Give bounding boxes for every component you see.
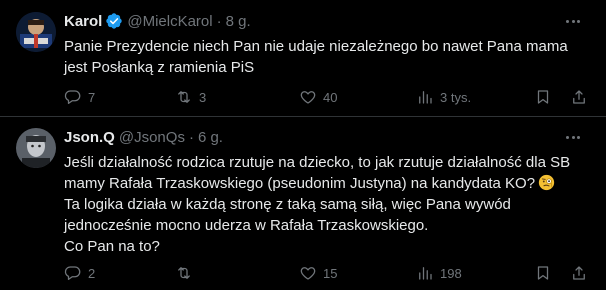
timestamp[interactable]: 8 g.: [226, 13, 251, 30]
tweet-text: Panie Prezydencie niech Pan nie udaje ni…: [64, 36, 594, 78]
reply-icon: [64, 266, 81, 281]
tweet-text-line: mamy Rafała Trzaskowskiego (pseudonim Ju…: [64, 173, 594, 194]
bookmark-button[interactable]: [534, 263, 552, 283]
tweet[interactable]: Karol @MielcKarol · 8 g. Panie Prezydenc…: [0, 0, 606, 116]
tweet-text-line: jest Posłanką z ramienia PiS: [64, 59, 255, 76]
tweet-text-line: Co Pan na to?: [64, 238, 160, 255]
tweet[interactable]: Json.Q @JsonQs · 6 g. Jeśli działalność …: [0, 116, 606, 290]
repost-count: 3: [199, 89, 207, 105]
verified-badge-icon: [105, 12, 123, 30]
tweet-text-line: Jeśli działalność rodzica rzutuje na dzi…: [64, 154, 571, 171]
more-horizontal-icon[interactable]: [566, 128, 580, 146]
tweet-text-line: Panie Prezydencie niech Pan nie udaje ni…: [64, 38, 568, 55]
heart-icon: [300, 91, 316, 104]
face-with-monocle-emoji: [538, 174, 555, 191]
more-horizontal-icon[interactable]: [566, 12, 580, 30]
bookmark-icon: [537, 266, 549, 280]
like-button[interactable]: 15: [299, 263, 337, 283]
reply-count: 7: [88, 89, 96, 105]
tweet-header: Json.Q @JsonQs · 6 g.: [64, 127, 223, 147]
views-button[interactable]: 3 tys.: [416, 87, 471, 107]
reply-icon: [64, 90, 81, 105]
share-button[interactable]: [570, 87, 588, 107]
share-icon: [573, 90, 585, 104]
action-bar: 7 3 40 3 tys.: [64, 87, 594, 107]
reply-count: 2: [88, 265, 96, 281]
repost-icon: [178, 267, 190, 279]
tweet-text-fragment: mamy Rafała Trzaskowskiego (pseudonim Ju…: [64, 175, 536, 192]
like-count: 15: [323, 265, 338, 281]
share-icon: [573, 266, 585, 280]
author-handle[interactable]: @JsonQs: [119, 129, 185, 146]
bookmark-icon: [537, 90, 549, 104]
views-button[interactable]: 198: [416, 263, 462, 283]
timestamp[interactable]: 6 g.: [198, 129, 223, 146]
avatar[interactable]: [16, 128, 56, 168]
action-bar: 2 15 198: [64, 263, 594, 283]
author-name[interactable]: Karol: [64, 13, 102, 30]
tweet-text-line: jednocześnie mocno uderza w Rafała Trzas…: [64, 217, 429, 234]
bookmark-button[interactable]: [534, 87, 552, 107]
repost-button[interactable]: [175, 263, 199, 283]
separator: ·: [216, 12, 222, 30]
tweet-header: Karol @MielcKarol · 8 g.: [64, 11, 251, 31]
like-button[interactable]: 40: [299, 87, 337, 107]
reply-button[interactable]: 7: [64, 87, 95, 107]
views-count: 198: [440, 265, 462, 281]
repost-icon: [178, 91, 190, 103]
reply-button[interactable]: 2: [64, 263, 95, 283]
tweet-text: Jeśli działalność rodzica rzutuje na dzi…: [64, 152, 594, 257]
avatar[interactable]: [16, 12, 56, 52]
views-chart-icon: [419, 267, 432, 280]
share-button[interactable]: [570, 263, 588, 283]
separator: ·: [188, 128, 194, 146]
like-count: 40: [323, 89, 338, 105]
views-chart-icon: [419, 91, 432, 104]
author-handle[interactable]: @MielcKarol: [127, 13, 212, 30]
author-name[interactable]: Json.Q: [64, 129, 115, 146]
tweet-text-line: Ta logika działa w każdą stronę z taką s…: [64, 196, 511, 213]
heart-icon: [300, 267, 316, 280]
repost-button[interactable]: 3: [175, 87, 206, 107]
views-count: 3 tys.: [440, 89, 472, 105]
